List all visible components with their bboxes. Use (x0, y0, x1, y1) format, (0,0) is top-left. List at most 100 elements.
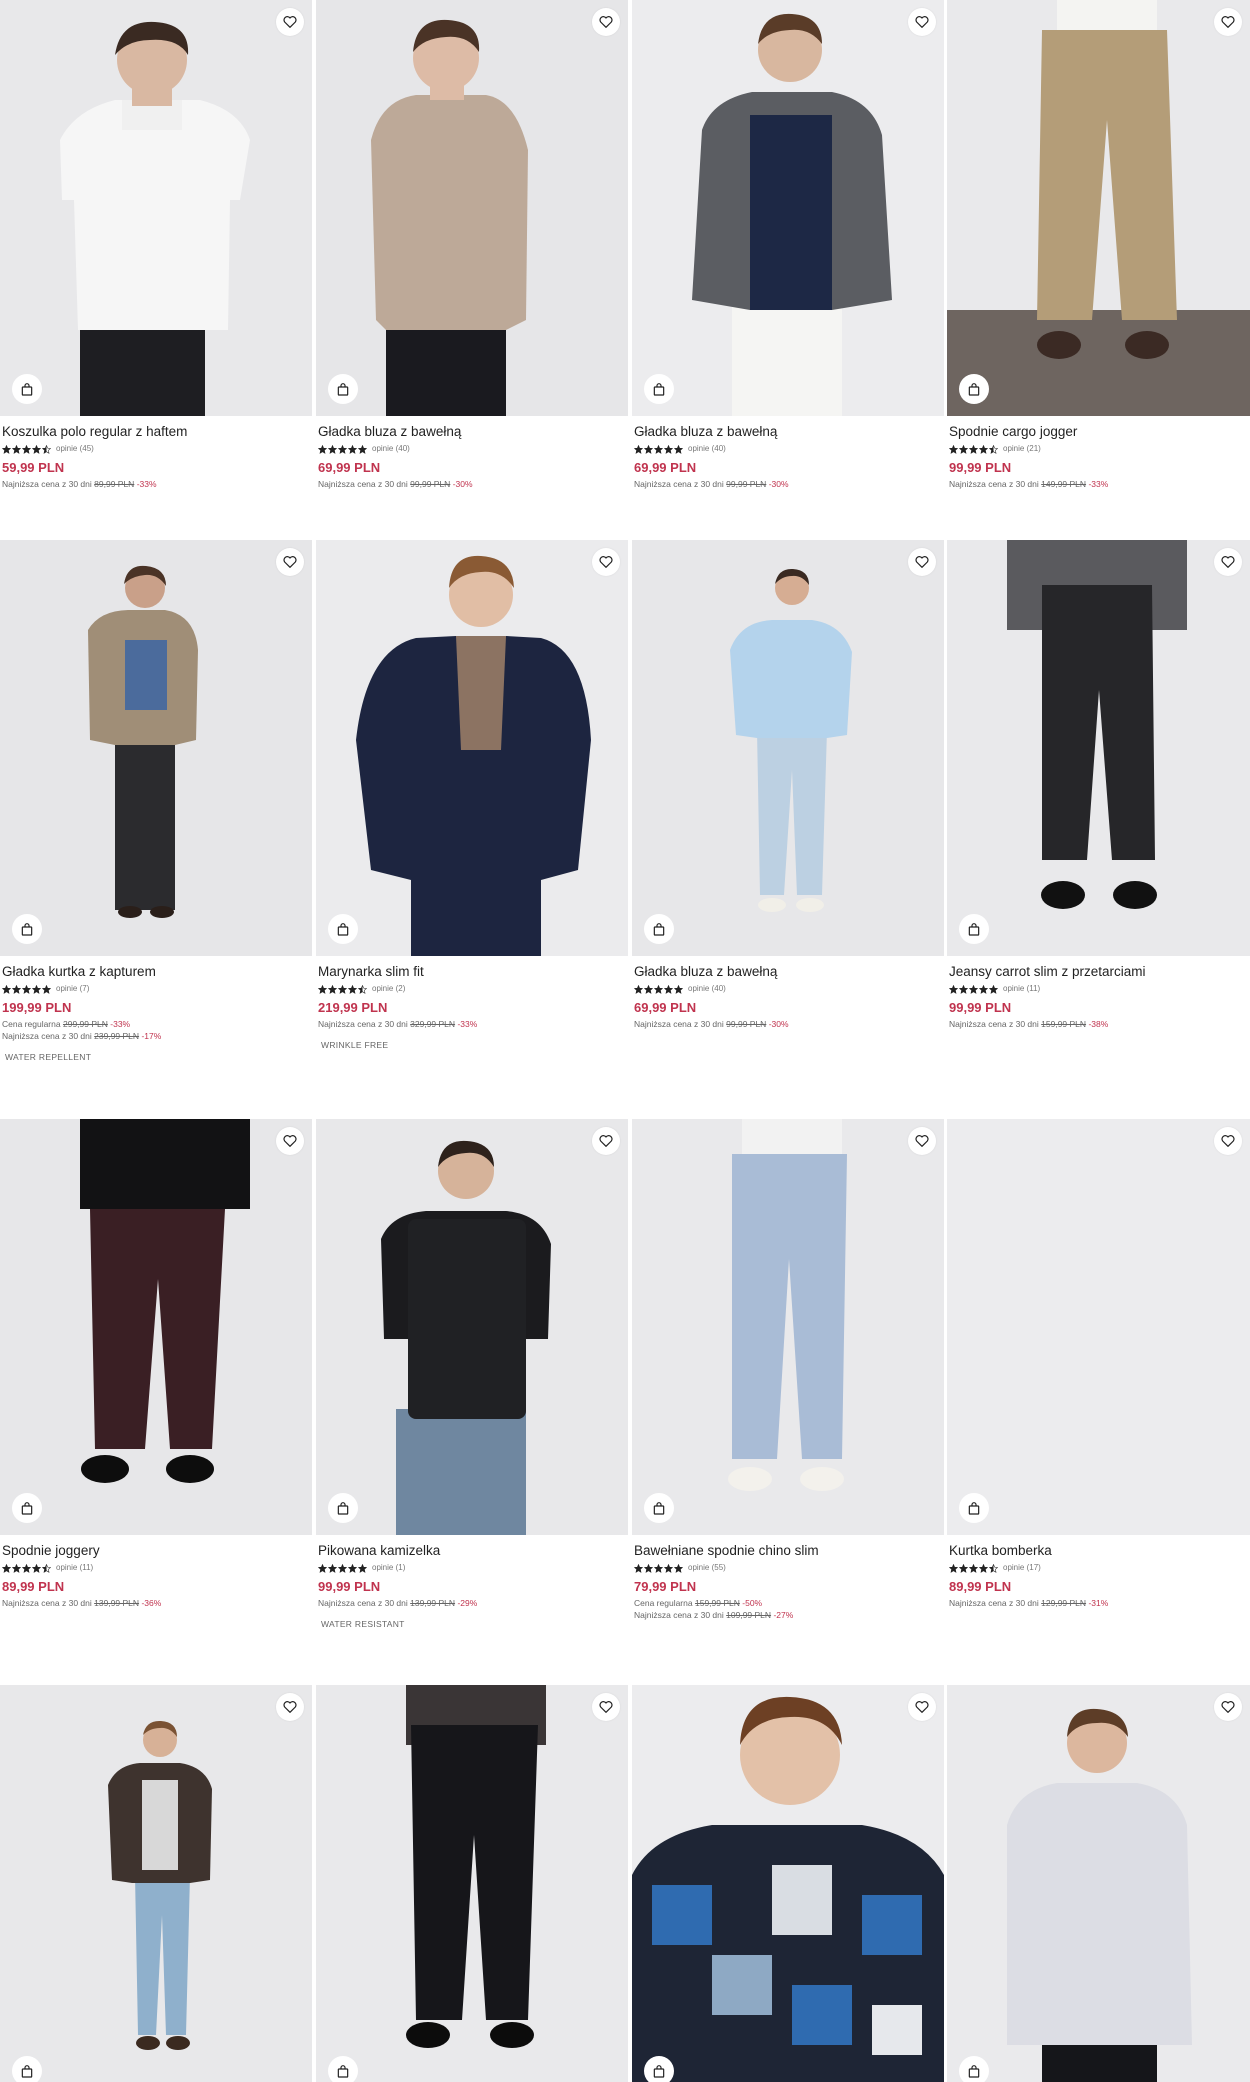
shopping-bag-icon (653, 383, 665, 396)
product-image[interactable] (632, 1119, 944, 1535)
review-count[interactable]: opinie (21) (1003, 444, 1041, 454)
review-count[interactable]: opinie (7) (56, 984, 89, 994)
review-count[interactable]: opinie (11) (56, 1563, 93, 1573)
product-name[interactable]: Pikowana kamizelka (318, 1543, 626, 1559)
add-to-cart-button[interactable] (12, 374, 42, 404)
product-card[interactable]: Gładka kurtka z kapturem opinie (7) 199,… (0, 540, 312, 1065)
product-card[interactable]: Gładka bluza z bawełną opinie (40) 69,99… (316, 0, 628, 490)
product-card[interactable]: Jeansy carrot slim z przetarciami opinie… (947, 540, 1250, 1030)
product-card[interactable]: Spodnie joggery opinie (11) 89,99 PLN Na… (0, 1119, 312, 1609)
product-name[interactable]: Kurtka bomberka (949, 1543, 1248, 1559)
product-image[interactable] (316, 540, 628, 956)
product-image[interactable] (632, 1685, 944, 2082)
product-card[interactable]: Spodnie cargo jogger opinie (21) 99,99 P… (947, 0, 1250, 490)
product-image[interactable] (316, 1119, 628, 1535)
heart-icon (1221, 1135, 1235, 1147)
review-count[interactable]: opinie (11) (1003, 984, 1040, 994)
review-count[interactable]: opinie (55) (688, 1563, 726, 1573)
favorite-button[interactable] (1214, 1127, 1242, 1155)
price-history: Najniższa cena z 30 dni 99,99 PLN -30% (634, 1019, 942, 1030)
product-name[interactable]: Marynarka slim fit (318, 964, 626, 980)
add-to-cart-button[interactable] (644, 1493, 674, 1523)
product-name[interactable]: Koszulka polo regular z haftem (2, 424, 310, 440)
price-history: Najniższa cena z 30 dni 109,99 PLN -27% (634, 1610, 942, 1621)
review-count[interactable]: opinie (40) (372, 444, 410, 454)
review-count[interactable]: opinie (2) (372, 984, 405, 994)
product-card[interactable]: Pikowana kamizelka opinie (1) 99,99 PLN … (316, 1119, 628, 1632)
favorite-button[interactable] (276, 1127, 304, 1155)
product-name[interactable]: Gładka bluza z bawełną (318, 424, 626, 440)
product-image[interactable] (0, 1119, 312, 1535)
favorite-button[interactable] (1214, 548, 1242, 576)
product-card[interactable] (947, 1685, 1250, 2082)
favorite-button[interactable] (908, 1693, 936, 1721)
add-to-cart-button[interactable] (959, 914, 989, 944)
review-count[interactable]: opinie (40) (688, 444, 726, 454)
heart-icon (599, 16, 613, 28)
favorite-button[interactable] (592, 1127, 620, 1155)
product-image[interactable] (632, 540, 944, 956)
favorite-button[interactable] (908, 548, 936, 576)
add-to-cart-button[interactable] (644, 2056, 674, 2082)
add-to-cart-button[interactable] (12, 914, 42, 944)
product-name[interactable]: Gładka bluza z bawełną (634, 424, 942, 440)
add-to-cart-button[interactable] (328, 1493, 358, 1523)
review-count[interactable]: opinie (45) (56, 444, 94, 454)
product-image[interactable] (947, 1119, 1250, 1535)
favorite-button[interactable] (592, 548, 620, 576)
product-name[interactable]: Jeansy carrot slim z przetarciami (949, 964, 1248, 980)
favorite-button[interactable] (276, 548, 304, 576)
product-name[interactable]: Spodnie cargo jogger (949, 424, 1248, 440)
product-image[interactable] (0, 540, 312, 956)
product-card[interactable]: Marynarka slim fit opinie (2) 219,99 PLN… (316, 540, 628, 1053)
product-image[interactable] (316, 0, 628, 416)
old-price: 159,99 PLN (694, 1598, 740, 1608)
rating-stars (318, 444, 367, 454)
product-card[interactable]: Koszulka polo regular z haftem opinie (4… (0, 0, 312, 490)
add-to-cart-button[interactable] (12, 2056, 42, 2082)
review-count[interactable]: opinie (1) (372, 1563, 405, 1573)
product-feature-tag: WATER REPELLENT (5, 1052, 92, 1062)
add-to-cart-button[interactable] (12, 1493, 42, 1523)
favorite-button[interactable] (908, 1127, 936, 1155)
product-name[interactable]: Gładka kurtka z kapturem (2, 964, 310, 980)
product-card[interactable] (0, 1685, 312, 2082)
product-image[interactable] (316, 1685, 628, 2082)
favorite-button[interactable] (1214, 8, 1242, 36)
favorite-button[interactable] (908, 8, 936, 36)
old-price: 299,99 PLN (62, 1019, 108, 1029)
add-to-cart-button[interactable] (328, 914, 358, 944)
review-count[interactable]: opinie (40) (688, 984, 726, 994)
add-to-cart-button[interactable] (328, 374, 358, 404)
product-image[interactable] (947, 1685, 1250, 2082)
favorite-button[interactable] (1214, 1693, 1242, 1721)
add-to-cart-button[interactable] (959, 2056, 989, 2082)
favorite-button[interactable] (276, 8, 304, 36)
product-card[interactable]: Gładka bluza z bawełną opinie (40) 69,99… (632, 0, 944, 490)
product-image[interactable] (947, 540, 1250, 956)
product-card[interactable]: Kurtka bomberka opinie (17) 89,99 PLN Na… (947, 1119, 1250, 1609)
product-price: 59,99 PLN (2, 460, 65, 475)
product-image[interactable] (0, 0, 312, 416)
price-history: Najniższa cena z 30 dni 139,99 PLN -29% (318, 1598, 626, 1609)
product-card[interactable] (632, 1685, 944, 2082)
product-name[interactable]: Bawełniane spodnie chino slim (634, 1543, 942, 1559)
product-card[interactable] (316, 1685, 628, 2082)
product-card[interactable]: Bawełniane spodnie chino slim opinie (55… (632, 1119, 944, 1621)
product-image[interactable] (0, 1685, 312, 2082)
review-count[interactable]: opinie (17) (1003, 1563, 1041, 1573)
add-to-cart-button[interactable] (959, 374, 989, 404)
product-name[interactable]: Gładka bluza z bawełną (634, 964, 942, 980)
add-to-cart-button[interactable] (644, 914, 674, 944)
product-card[interactable]: Gładka bluza z bawełną opinie (40) 69,99… (632, 540, 944, 1030)
favorite-button[interactable] (592, 8, 620, 36)
add-to-cart-button[interactable] (328, 2056, 358, 2082)
product-photo (632, 1685, 944, 2082)
add-to-cart-button[interactable] (959, 1493, 989, 1523)
add-to-cart-button[interactable] (644, 374, 674, 404)
product-image[interactable] (947, 0, 1250, 416)
product-name[interactable]: Spodnie joggery (2, 1543, 310, 1559)
product-image[interactable] (632, 0, 944, 416)
favorite-button[interactable] (276, 1693, 304, 1721)
favorite-button[interactable] (592, 1693, 620, 1721)
